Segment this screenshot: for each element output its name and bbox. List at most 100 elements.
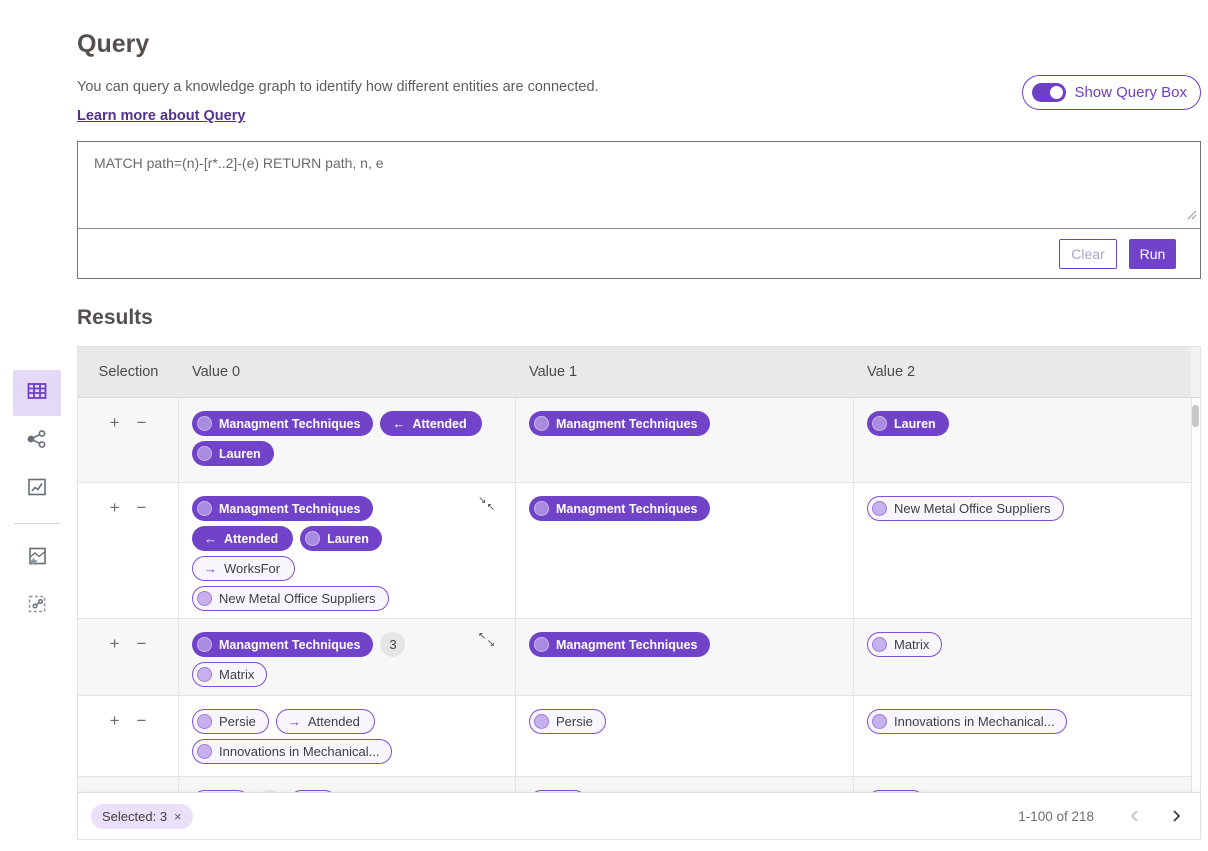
- add-to-selection-button[interactable]: +: [108, 709, 122, 733]
- node-circle-icon: [197, 416, 212, 431]
- chip-line: Innovations in Mechanical...: [867, 709, 1181, 734]
- node-chip[interactable]: Managment Techniques: [529, 496, 710, 521]
- node-chip[interactable]: Managment Techniques: [192, 411, 373, 436]
- chip-line: →WorksFor: [192, 556, 505, 581]
- next-page-button[interactable]: [1169, 807, 1184, 825]
- value1-cell: Managment Techniques: [516, 619, 854, 695]
- node-chip[interactable]: Innovations in Mechanical...: [192, 739, 392, 764]
- select-icon: [25, 592, 49, 621]
- node-circle-icon: [534, 501, 549, 516]
- column-header-selection: Selection: [78, 347, 179, 397]
- chip-label: Innovations in Mechanical...: [894, 714, 1054, 729]
- edge-chip[interactable]: ← Attended: [192, 526, 293, 551]
- sidebar-item-select-view[interactable]: [13, 583, 61, 629]
- run-button[interactable]: Run: [1129, 239, 1176, 269]
- node-chip[interactable]: Lauren: [867, 411, 949, 436]
- selection-cell: +−: [78, 777, 179, 792]
- edge-chip[interactable]: →Attended: [276, 709, 375, 734]
- node-circle-icon: [197, 446, 212, 461]
- scrollbar-track[interactable]: [1191, 398, 1200, 792]
- scrollbar-thumb[interactable]: [1192, 405, 1199, 427]
- value0-cell: Managment Techniques 3 Matrix ↖↘: [179, 619, 516, 695]
- value2-cell: Lauren: [854, 398, 1191, 482]
- chip-line: Matrix: [867, 632, 1181, 657]
- toggle-switch-icon: [1032, 83, 1066, 102]
- selected-count-badge[interactable]: Selected: 3 ×: [91, 804, 193, 829]
- node-chip[interactable]: Persie: [529, 709, 606, 734]
- node-circle-icon: [197, 667, 212, 682]
- chip-line: Managment Techniques: [529, 411, 843, 436]
- edge-chip[interactable]: →WorksFor: [192, 556, 295, 581]
- show-query-box-toggle[interactable]: Show Query Box: [1022, 75, 1201, 110]
- query-input[interactable]: MATCH path=(n)-[r*..2]-(e) RETURN path, …: [78, 142, 1200, 228]
- value2-cell: Innovations in Mechanical...: [854, 696, 1191, 776]
- chip-label: Persie: [219, 714, 256, 729]
- chip-label: New Metal Office Suppliers: [219, 591, 376, 606]
- result-row: +−: [78, 777, 1200, 792]
- map-icon: [25, 544, 49, 573]
- result-row: +− Persie →Attended Innovations in Mechanic…: [78, 696, 1200, 777]
- remove-from-selection-button[interactable]: −: [135, 632, 149, 656]
- node-chip[interactable]: Managment Techniques: [192, 632, 373, 657]
- chip-line: Persie: [529, 709, 843, 734]
- chip-label: Matrix: [219, 667, 254, 682]
- resize-handle-icon[interactable]: [1187, 207, 1197, 225]
- node-chip[interactable]: New Metal Office Suppliers: [192, 586, 389, 611]
- expand-path-icon[interactable]: ↖↘: [478, 632, 495, 649]
- node-chip[interactable]: Innovations in Mechanical...: [867, 709, 1067, 734]
- path-count-badge[interactable]: 3: [380, 632, 405, 657]
- node-chip[interactable]: Persie: [192, 709, 269, 734]
- node-circle-icon: [872, 416, 887, 431]
- sidebar-item-chart-view[interactable]: [13, 466, 61, 512]
- toggle-label: Show Query Box: [1074, 84, 1187, 101]
- node-circle-icon: [534, 416, 549, 431]
- node-chip[interactable]: Matrix: [192, 662, 267, 687]
- add-to-selection-button[interactable]: +: [108, 411, 122, 435]
- results-title: Results: [77, 306, 1201, 330]
- node-circle-icon: [534, 714, 549, 729]
- edge-chip[interactable]: ←Attended: [380, 411, 481, 436]
- sidebar-item-map-view[interactable]: [13, 535, 61, 581]
- node-circle-icon: [872, 637, 887, 652]
- sidebar-item-graph-view[interactable]: [13, 418, 61, 464]
- query-box: MATCH path=(n)-[r*..2]-(e) RETURN path, …: [77, 141, 1201, 279]
- value0-cell: Persie →Attended Innovations in Mechanical…: [179, 696, 516, 776]
- chip-label: Managment Techniques: [219, 638, 360, 652]
- table-header: Selection Value 0 Value 1 Value 2: [78, 347, 1200, 398]
- chip-line: New Metal Office Suppliers: [192, 586, 505, 611]
- sidebar-item-table-view[interactable]: [13, 370, 61, 416]
- node-chip[interactable]: New Metal Office Suppliers: [867, 496, 1064, 521]
- add-to-selection-button[interactable]: +: [108, 632, 122, 656]
- clear-button[interactable]: Clear: [1059, 239, 1117, 269]
- node-chip[interactable]: Managment Techniques: [529, 632, 710, 657]
- remove-from-selection-button[interactable]: −: [135, 496, 149, 520]
- node-chip[interactable]: Lauren: [192, 441, 274, 466]
- chip-label: Attended: [224, 532, 278, 546]
- previous-page-button[interactable]: [1127, 807, 1142, 825]
- selection-cell: +−: [78, 398, 179, 482]
- chip-label: Lauren: [894, 417, 936, 431]
- clear-selection-icon[interactable]: ×: [174, 809, 182, 824]
- scrollbar-gutter: [1191, 347, 1200, 397]
- remove-from-selection-button[interactable]: −: [135, 411, 149, 435]
- selection-cell: +−: [78, 483, 179, 618]
- remove-from-selection-button[interactable]: −: [135, 709, 149, 733]
- node-chip[interactable]: Lauren: [300, 526, 382, 551]
- arrow-left-icon: ←: [204, 532, 217, 545]
- add-to-selection-button[interactable]: +: [108, 496, 122, 520]
- node-circle-icon: [197, 744, 212, 759]
- graph-icon: [25, 427, 49, 456]
- node-chip[interactable]: Matrix: [867, 632, 942, 657]
- learn-more-link[interactable]: Learn more about Query: [77, 108, 245, 124]
- table-icon: [25, 379, 49, 408]
- node-chip[interactable]: Managment Techniques: [529, 411, 710, 436]
- chip-label: Attended: [308, 714, 360, 729]
- selection-cell: +−: [78, 619, 179, 695]
- chip-label: Managment Techniques: [219, 502, 360, 516]
- node-chip[interactable]: Managment Techniques: [192, 496, 373, 521]
- chip-label: Managment Techniques: [556, 638, 697, 652]
- selection-cell: +−: [78, 696, 179, 776]
- chip-line: Managment Techniques ←Attended: [192, 411, 505, 436]
- collapse-path-icon[interactable]: ↘↖: [478, 496, 495, 513]
- page-info: 1-100 of 218: [1018, 809, 1094, 824]
